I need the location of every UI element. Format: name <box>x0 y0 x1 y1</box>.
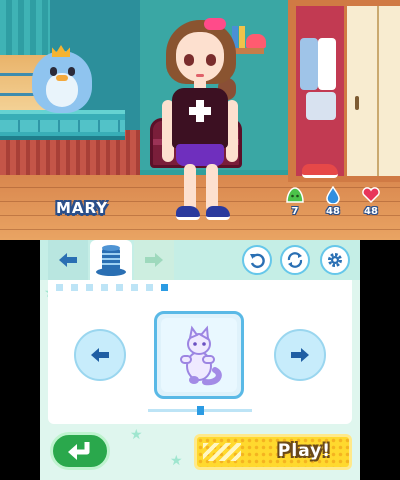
selected-item-slot[interactable] <box>154 311 244 399</box>
item-scroll-knob[interactable] <box>197 406 204 415</box>
red-sneakers <box>302 164 338 178</box>
play-button-decoration <box>203 443 241 461</box>
character-shirt <box>172 88 228 148</box>
top-hat-icon <box>96 245 126 276</box>
page-dot <box>116 284 123 291</box>
character-shoe-left <box>176 206 200 220</box>
refresh-button[interactable] <box>280 245 310 275</box>
return-arrow-icon <box>68 442 90 460</box>
cat-plush-icon <box>180 325 222 386</box>
undo-button[interactable] <box>242 245 272 275</box>
page-dot <box>131 284 138 291</box>
hanging-shirt <box>318 38 336 90</box>
next-item-button[interactable] <box>274 329 326 381</box>
hair-bow <box>204 18 226 30</box>
refresh-icon <box>287 252 303 268</box>
page-dot <box>86 284 93 291</box>
tab-hat[interactable] <box>90 240 132 280</box>
category-tab-bar <box>40 240 360 280</box>
character-name: MARY <box>56 199 109 217</box>
return-button[interactable] <box>50 432 110 470</box>
stat-happiness: 7 <box>282 186 308 230</box>
page-dot <box>56 284 63 291</box>
game-screen: MARY 7 48 48 ★ ★ ★ ★ <box>0 0 400 480</box>
page-dot <box>71 284 78 291</box>
page-dot <box>101 284 108 291</box>
page-dot <box>161 284 168 291</box>
right-arrow-icon <box>145 253 163 267</box>
door-handle <box>355 96 359 110</box>
top-screen-room-scene: MARY 7 48 48 <box>0 0 400 240</box>
lamp-icon <box>246 34 266 48</box>
background-star: ★ <box>130 427 143 443</box>
settings-gear-icon <box>328 253 342 267</box>
green-slime-icon <box>286 187 304 203</box>
window-seat-tiles <box>0 120 125 132</box>
stat-value: 7 <box>291 206 299 217</box>
stat-value: 48 <box>326 206 340 217</box>
item-selection-panel <box>48 280 352 424</box>
water-drop-icon <box>326 186 340 204</box>
character-shoe-right <box>206 206 230 220</box>
crown-icon <box>52 45 70 57</box>
hanging-coat <box>300 38 318 90</box>
tab-forward[interactable] <box>134 240 174 280</box>
stat-value: 48 <box>364 206 378 217</box>
folded-clothes <box>306 92 336 120</box>
play-button[interactable]: Play! <box>194 434 352 470</box>
settings-button[interactable] <box>320 245 350 275</box>
left-arrow-icon <box>59 253 77 267</box>
character-shorts <box>176 144 224 166</box>
stat-love: 48 <box>358 186 384 230</box>
heart-icon <box>362 187 380 204</box>
character-mary <box>160 18 240 233</box>
play-button-label: Play! <box>277 441 331 461</box>
undo-icon <box>250 253 265 269</box>
stat-hygiene: 48 <box>320 186 346 230</box>
left-arrow-icon <box>91 348 109 362</box>
right-arrow-icon <box>291 348 309 362</box>
bottom-screen-wardrobe: ★ ★ ★ ★ <box>40 240 360 480</box>
previous-item-button[interactable] <box>74 329 126 381</box>
penguin-plush-icon <box>28 45 98 115</box>
page-dot <box>146 284 153 291</box>
closet-interior <box>296 6 344 176</box>
closet-door <box>344 6 400 176</box>
background-star: ★ <box>170 453 183 469</box>
tab-back[interactable] <box>48 240 88 280</box>
